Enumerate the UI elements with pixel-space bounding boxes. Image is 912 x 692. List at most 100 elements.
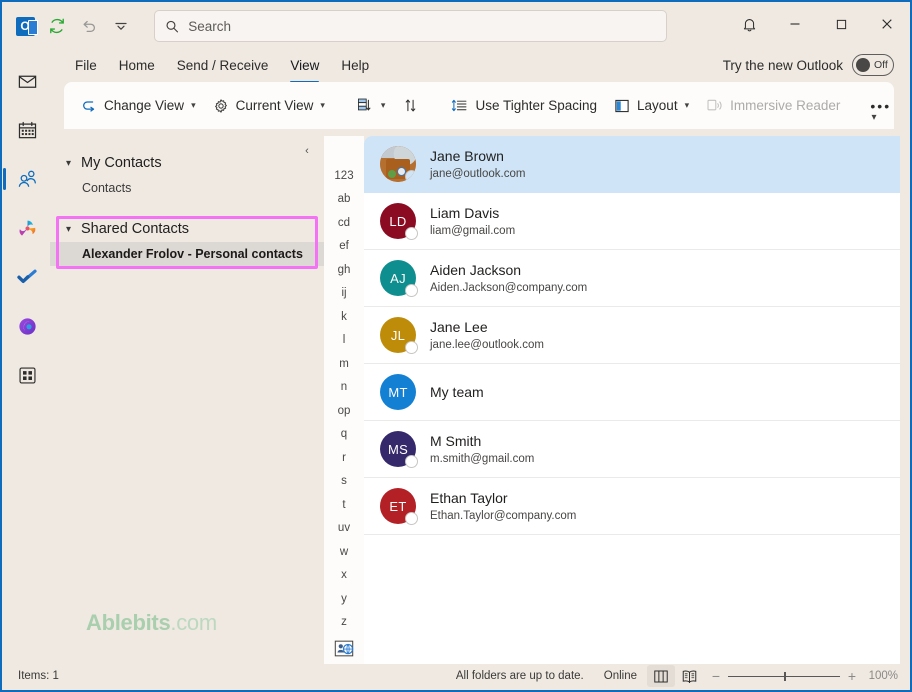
zoom-in-button[interactable]: + [847,668,857,684]
change-view-button[interactable]: Change View ▾ [72,89,204,123]
alpha-index-y[interactable]: y [331,587,357,611]
tab-send-receive[interactable]: Send / Receive [166,53,280,79]
alpha-index-uv[interactable]: uv [331,517,357,541]
contact-row-liam-davis[interactable]: LD Liam Davis liam@gmail.com [364,193,900,250]
folder-item-label: Alexander Frolov - Personal contacts [82,247,303,261]
contact-row-jane-lee[interactable]: JL Jane Lee jane.lee@outlook.com [364,307,900,364]
alpha-index-x[interactable]: x [331,564,357,588]
try-new-outlook-toggle[interactable]: Off [852,54,894,76]
search-box[interactable] [154,10,667,42]
sidebar-item-people[interactable] [3,162,44,196]
minimize-button[interactable] [772,2,818,46]
alpha-index-z[interactable]: z [331,611,357,635]
sidebar-item-onenote[interactable] [10,309,44,343]
contact-row-my-team[interactable]: MT My team [364,364,900,421]
ribbon-tabs: File Home Send / Receive View Help Try t… [2,50,910,83]
alpha-index-op[interactable]: op [331,399,357,423]
contact-email: m.smith@gmail.com [430,452,535,465]
alpha-index-gh[interactable]: gh [331,258,357,282]
close-button[interactable] [864,2,910,46]
folder-group-my-contacts[interactable]: ▾ My Contacts [50,150,324,176]
sidebar-item-mail[interactable] [10,64,44,98]
chevron-down-icon: ▾ [320,100,325,110]
current-view-button[interactable]: Current View ▾ [204,89,333,123]
notifications-button[interactable] [726,2,772,46]
message-preview-button[interactable]: ▾ [347,89,394,123]
zoom-out-button[interactable]: − [711,668,721,684]
alpha-index-q[interactable]: q [331,423,357,447]
contact-row-ethan-taylor[interactable]: ET Ethan Taylor Ethan.Taylor@company.com [364,478,900,535]
zoom-slider-thumb[interactable] [784,671,786,681]
sidebar-item-todo[interactable] [10,260,44,294]
tighter-spacing-icon [452,99,467,112]
alpha-index-k[interactable]: k [331,305,357,329]
layout-button[interactable]: Layout ▾ [605,89,697,123]
contact-name: Liam Davis [430,204,500,221]
collapse-folder-pane-button[interactable]: ‹ [298,142,316,160]
normal-view-button[interactable] [647,665,675,687]
tab-file[interactable]: File [64,53,108,79]
connection-status: Online [603,670,637,682]
presence-indicator [405,227,418,240]
outlook-logo-icon [10,11,40,41]
use-tighter-spacing-button[interactable]: Use Tighter Spacing [442,89,605,123]
avatar: JL [380,317,418,354]
alpha-index-r[interactable]: r [331,446,357,470]
alpha-index-l[interactable]: l [331,329,357,353]
calendar-icon [18,121,36,138]
presence-indicator [405,170,416,182]
search-icon [166,20,179,32]
contact-name: M Smith [430,432,482,449]
contact-row-m-smith[interactable]: MS M Smith m.smith@gmail.com [364,421,900,478]
reverse-sort-button[interactable] [393,89,428,123]
search-input[interactable] [188,18,656,34]
message-preview-icon [357,98,371,111]
alpha-index-ab[interactable]: ab [331,188,357,212]
avatar: ET [380,488,418,525]
address-book-globe-icon[interactable] [332,638,356,658]
try-new-outlook-label: Try the new Outlook [722,57,843,73]
send-receive-icon[interactable] [42,11,72,41]
alpha-index-w[interactable]: w [331,540,357,564]
folder-item-alexander-frolov[interactable]: Alexander Frolov - Personal contacts [50,242,324,266]
customize-qat-icon[interactable] [106,11,136,41]
sidebar-item-copilot[interactable] [10,211,44,245]
sidebar-item-calendar[interactable] [10,113,44,147]
alpha-index-123[interactable]: 123 [331,164,357,188]
contact-row-aiden-jackson[interactable]: AJ Aiden Jackson Aiden.Jackson@company.c… [364,250,900,307]
todo-icon [17,269,37,283]
zoom-level-label: 100% [868,670,898,682]
onenote-icon [18,317,36,335]
alpha-index-cd[interactable]: cd [331,211,357,235]
contact-list: Jane Brown jane@outlook.com LD Liam Davi… [364,136,900,666]
sidebar-item-more-apps[interactable] [10,358,44,392]
maximize-button[interactable] [818,2,864,46]
contact-row-jane-brown[interactable]: Jane Brown jane@outlook.com [364,136,900,193]
undo-icon[interactable] [74,11,104,41]
window-controls [726,2,910,46]
alpha-index-m[interactable]: m [331,352,357,376]
app-rail [3,50,50,666]
reading-view-button[interactable] [675,665,703,687]
status-bar: Items: 1 All folders are up to date. Onl… [4,664,908,688]
alpha-index-n[interactable]: n [331,376,357,400]
contact-email: jane@outlook.com [430,167,526,180]
title-bar [2,2,910,50]
zoom-slider[interactable] [728,671,840,681]
alpha-index-ij[interactable]: ij [331,282,357,306]
avatar [380,146,416,182]
avatar-initials: ET [389,498,407,514]
people-icon [18,170,36,187]
tab-help[interactable]: Help [330,53,380,79]
alpha-index-s[interactable]: s [331,470,357,494]
expand-ribbon-button[interactable]: ▾ [862,107,886,127]
avatar-initials: LD [389,213,407,229]
folder-item-contacts[interactable]: Contacts [50,176,324,200]
more-apps-icon [18,366,36,384]
tab-home[interactable]: Home [108,53,166,79]
alpha-index-ef[interactable]: ef [331,235,357,259]
tab-view[interactable]: View [279,53,330,83]
change-view-icon [83,100,95,112]
alpha-index-t[interactable]: t [331,493,357,517]
folder-group-shared-contacts[interactable]: ▾ Shared Contacts [50,216,324,242]
